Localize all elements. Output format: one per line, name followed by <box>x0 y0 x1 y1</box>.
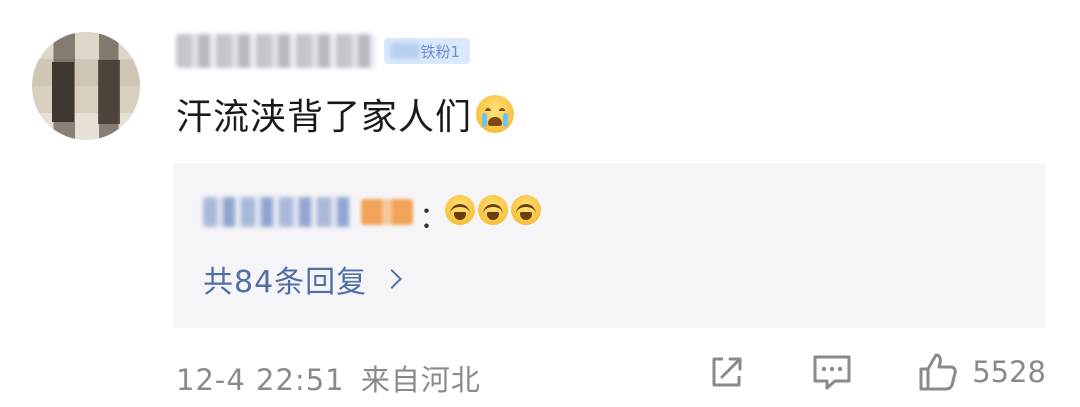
tear-right <box>503 113 509 127</box>
comment-meta: 12-4 22:51 来自河北 <box>176 357 481 399</box>
reply-preview-box[interactable]: ： 共84条回复 <box>173 163 1046 328</box>
fan-badge-label: 铁粉1 <box>420 42 460 61</box>
reply-user-badge-blurred <box>361 199 413 225</box>
comment-body: 汗流浃背了家人们 <box>176 97 473 138</box>
cry-emoji-icon <box>476 95 515 133</box>
laugh-cry-emoji-icon <box>478 195 508 225</box>
reply-username-blurred[interactable] <box>203 197 351 227</box>
reply-count-label: 共84条回复 <box>203 265 368 300</box>
timestamp: 12-4 22:51 <box>176 363 345 397</box>
avatar[interactable] <box>32 32 140 140</box>
avatar-mosaic-block <box>52 62 74 122</box>
tear-left <box>482 113 488 127</box>
avatar-mosaic-block <box>98 60 120 124</box>
reply-emoji-row <box>445 195 541 225</box>
chevron-right-icon <box>382 269 403 289</box>
thumbs-up-icon[interactable] <box>916 350 960 394</box>
username-blurred[interactable] <box>176 34 376 68</box>
view-replies-link[interactable]: 共84条回复 <box>203 257 403 301</box>
comment-icon[interactable] <box>810 350 854 394</box>
like-count: 5528 <box>972 355 1046 389</box>
avatar-mosaic <box>32 32 140 140</box>
fan-badge-blur <box>390 43 420 59</box>
laugh-cry-emoji-icon <box>445 195 475 225</box>
comment-text: 汗流浃背了家人们 <box>176 88 515 140</box>
location: 来自河北 <box>360 363 481 397</box>
laugh-cry-emoji-icon <box>511 195 541 225</box>
comment-actions: 5528 <box>704 350 1046 394</box>
emoji-mouth <box>488 117 503 126</box>
share-icon-svg <box>712 357 742 387</box>
fan-badge: 铁粉1 <box>384 38 470 64</box>
thumbs-up-icon-svg <box>919 353 957 391</box>
share-icon[interactable] <box>704 350 748 394</box>
comment-icon-svg <box>813 355 851 390</box>
